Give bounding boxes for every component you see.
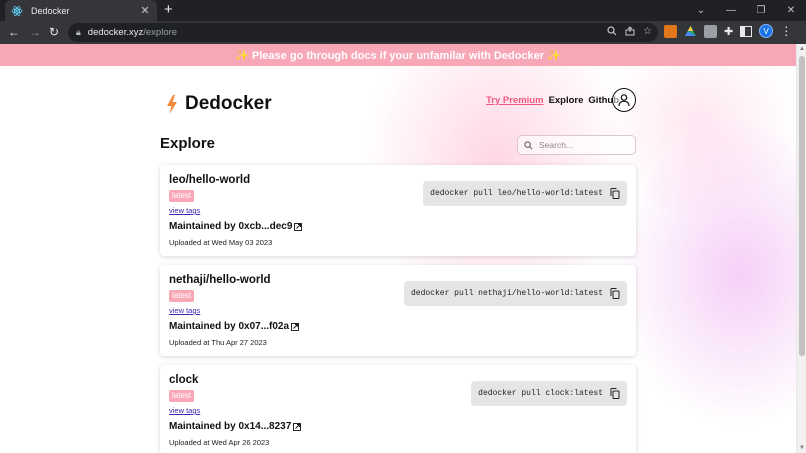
address-bar[interactable]: 🔒︎ dedocker.xyz /explore ☆ bbox=[68, 23, 658, 42]
address-bar-actions: ☆ bbox=[607, 26, 652, 37]
banner-text: ✨ Please go through docs if your unfamil… bbox=[235, 49, 561, 62]
upload-date: Uploaded at Wed May 03 2023 bbox=[169, 238, 273, 247]
extensions-area: ✚ V ⋮ bbox=[664, 24, 792, 38]
repo-card: nethaji/hello-world latest view tags Mai… bbox=[160, 265, 636, 356]
search-input[interactable] bbox=[539, 140, 629, 150]
brand-name: Dedocker bbox=[185, 93, 272, 114]
upload-date: Uploaded at Thu Apr 27 2023 bbox=[169, 338, 267, 347]
pull-command-box: dedocker pull leo/hello-world:latest bbox=[423, 181, 627, 206]
url-path: /explore bbox=[143, 27, 178, 38]
pull-command: dedocker pull nethaji/hello-world:latest bbox=[410, 289, 603, 298]
repo-name[interactable]: clock bbox=[169, 374, 198, 386]
close-window-icon[interactable]: ✕ bbox=[776, 5, 806, 16]
drive-extension-icon[interactable] bbox=[684, 25, 697, 38]
user-profile-button[interactable] bbox=[612, 88, 636, 112]
pull-command: dedocker pull leo/hello-world:latest bbox=[430, 189, 603, 198]
scrollbar-thumb[interactable] bbox=[799, 56, 805, 356]
tag-badge: latest bbox=[169, 290, 195, 302]
save-extension-icon[interactable] bbox=[704, 24, 717, 38]
docs-banner: ✨ Please go through docs if your unfamil… bbox=[0, 44, 796, 66]
search-box[interactable] bbox=[517, 135, 636, 155]
repo-name[interactable]: nethaji/hello-world bbox=[169, 274, 271, 286]
maintainer-line: Maintained by 0xcb...dec9 bbox=[169, 221, 303, 232]
react-favicon-icon bbox=[11, 5, 23, 16]
chrome-menu-icon[interactable]: ⋮ bbox=[780, 24, 792, 38]
reload-icon[interactable]: ↻ bbox=[46, 24, 62, 40]
extensions-puzzle-icon[interactable]: ✚ bbox=[724, 25, 733, 38]
maintainer-text: Maintained by 0x07...f02a bbox=[169, 321, 290, 332]
copy-icon[interactable] bbox=[610, 188, 620, 199]
share-icon[interactable] bbox=[625, 26, 635, 36]
user-icon bbox=[618, 94, 630, 107]
tab-close-icon[interactable]: ✕ bbox=[139, 4, 151, 17]
top-navigation: Try Premium Explore Github bbox=[486, 95, 624, 106]
pull-command-box: dedocker pull clock:latest bbox=[471, 381, 627, 406]
minimize-icon[interactable]: — bbox=[716, 5, 746, 16]
tab-title: Dedocker bbox=[31, 5, 70, 16]
zoom-search-icon[interactable] bbox=[607, 26, 617, 36]
page-scrollbar[interactable]: ▲ ▼ bbox=[796, 44, 806, 453]
bolt-logo-icon bbox=[167, 94, 177, 114]
scroll-up-icon[interactable]: ▲ bbox=[799, 46, 805, 52]
brand-logo[interactable]: Dedocker bbox=[166, 93, 272, 115]
copy-icon[interactable] bbox=[610, 288, 620, 299]
browser-tab[interactable]: Dedocker ✕ bbox=[5, 0, 157, 21]
page-viewport: ✨ Please go through docs if your unfamil… bbox=[0, 44, 796, 453]
view-tags-link[interactable]: view tags bbox=[169, 406, 200, 415]
view-tags-link[interactable]: view tags bbox=[169, 306, 200, 315]
forward-icon[interactable]: → bbox=[27, 24, 43, 40]
maintainer-line: Maintained by 0x07...f02a bbox=[169, 321, 300, 332]
url-host: dedocker.xyz bbox=[87, 27, 144, 38]
search-icon bbox=[524, 140, 533, 149]
maintainer-text: Maintained by 0xcb...dec9 bbox=[169, 221, 293, 232]
metamask-extension-icon[interactable] bbox=[664, 24, 677, 38]
pull-command-box: dedocker pull nethaji/hello-world:latest bbox=[403, 281, 627, 306]
maintainer-text: Maintained by 0x14...8237 bbox=[169, 421, 292, 432]
try-premium-link[interactable]: Try Premium bbox=[486, 95, 544, 106]
browser-tab-strip: Dedocker ✕ + ⌄ — ❐ ✕ bbox=[0, 0, 806, 21]
maintainer-line: Maintained by 0x14...8237 bbox=[169, 421, 302, 432]
repo-name[interactable]: leo/hello-world bbox=[169, 174, 250, 186]
explore-link[interactable]: Explore bbox=[549, 95, 584, 106]
lock-icon[interactable]: 🔒︎ bbox=[76, 27, 81, 38]
pull-command: dedocker pull clock:latest bbox=[478, 389, 603, 398]
window-controls: ⌄ — ❐ ✕ bbox=[686, 0, 806, 21]
browser-toolbar: ← → ↻ 🔒︎ dedocker.xyz /explore ☆ ✚ V ⋮ bbox=[0, 21, 806, 44]
back-icon[interactable]: ← bbox=[6, 24, 22, 40]
new-tab-button[interactable]: + bbox=[164, 2, 173, 18]
repo-card: clock latest view tags Maintained by 0x1… bbox=[160, 365, 636, 453]
scroll-down-icon[interactable]: ▼ bbox=[799, 445, 805, 451]
repo-card: leo/hello-world latest view tags Maintai… bbox=[160, 165, 636, 256]
upload-date: Uploaded at Wed Apr 26 2023 bbox=[169, 438, 270, 447]
external-link-icon[interactable] bbox=[293, 422, 302, 431]
side-panel-icon[interactable] bbox=[740, 25, 753, 37]
restore-icon[interactable]: ❐ bbox=[746, 5, 776, 16]
external-link-icon[interactable] bbox=[294, 222, 303, 231]
profile-avatar[interactable]: V bbox=[759, 24, 774, 38]
copy-icon[interactable] bbox=[610, 388, 620, 399]
page-title: Explore bbox=[160, 135, 216, 152]
bookmark-star-icon[interactable]: ☆ bbox=[643, 26, 652, 37]
tag-badge: latest bbox=[169, 390, 195, 402]
tag-badge: latest bbox=[169, 190, 195, 202]
view-tags-link[interactable]: view tags bbox=[169, 206, 200, 215]
external-link-icon[interactable] bbox=[291, 322, 300, 331]
tab-search-icon[interactable]: ⌄ bbox=[686, 5, 716, 16]
